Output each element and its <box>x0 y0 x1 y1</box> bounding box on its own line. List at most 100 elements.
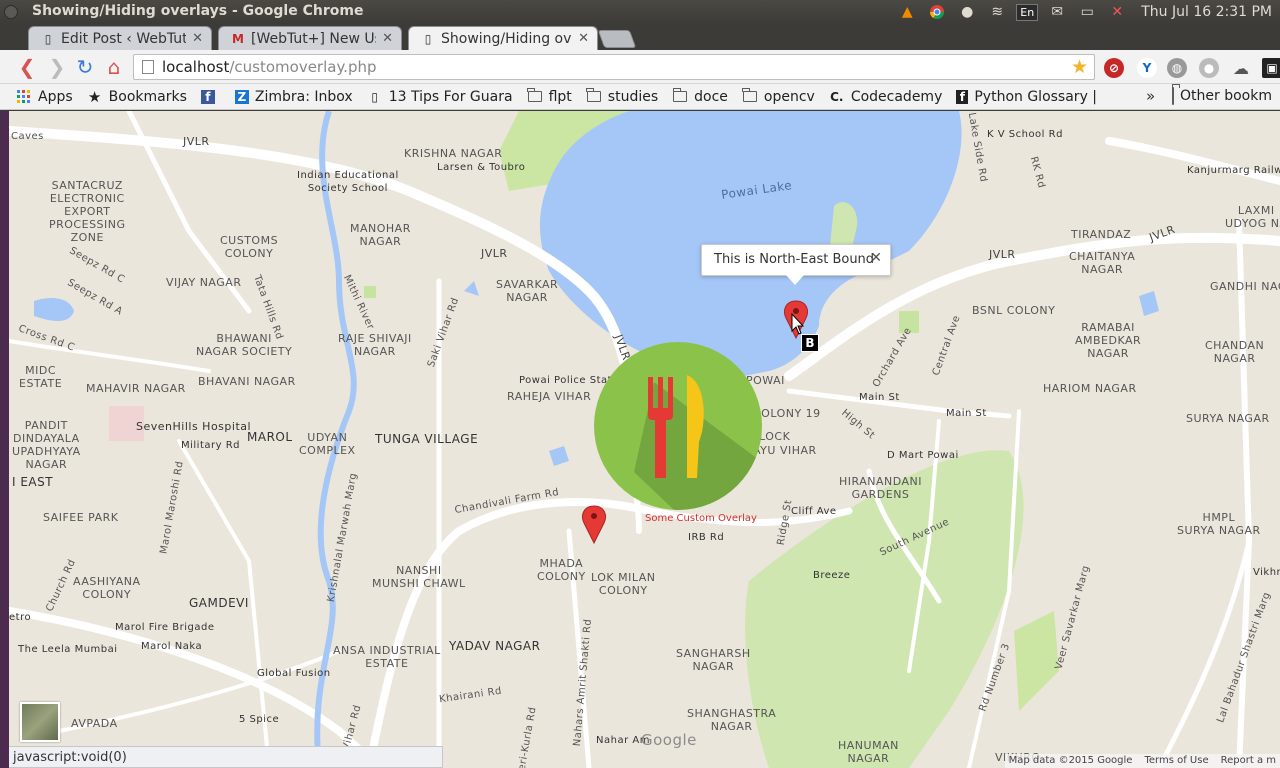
map-label: TUNGA VILLAGE <box>375 432 479 446</box>
page-icon: ▯ <box>371 89 378 104</box>
map-label: NANSHI MUNSHI CHAWL <box>372 564 466 590</box>
bookmark-label: opencv <box>763 88 815 105</box>
window-close-button[interactable] <box>4 5 18 19</box>
cloud-icon[interactable]: ☁ <box>1231 58 1251 78</box>
map-label: MAHAVIR NAGAR <box>86 382 186 395</box>
other-bookmarks[interactable]: Other bookm <box>1172 87 1272 105</box>
tab-new-user[interactable]: M [WebTut+] New User ✕ <box>218 26 402 50</box>
bookmark-folder-flpt[interactable]: flpt <box>519 88 578 105</box>
bookmark-label: Apps <box>38 88 73 105</box>
map-label: MANOHAR NAGAR <box>350 222 411 248</box>
wifi-icon[interactable]: ≋ <box>987 3 1007 21</box>
bookmark-folder-opencv[interactable]: opencv <box>734 88 821 105</box>
apps-grid-icon <box>16 89 32 104</box>
star-icon: ★ <box>87 87 102 106</box>
bookmark-python-glossary[interactable]: f Python Glossary | <box>948 89 1103 105</box>
tab-label: [WebTut+] New User <box>251 30 376 47</box>
map-label: JVLR <box>481 247 508 260</box>
map-label: VIJAY NAGAR <box>166 276 242 289</box>
facebook-icon: f <box>200 89 215 104</box>
zimbra-icon: Z <box>234 89 249 104</box>
extension-y-icon[interactable]: Y <box>1137 58 1157 78</box>
reload-button[interactable]: ↻ <box>74 55 96 79</box>
map-label: RAJE SHIVAJI NAGAR <box>338 332 412 358</box>
url-host: localhost <box>162 58 230 76</box>
mail-icon[interactable]: ✉ <box>1047 3 1067 21</box>
map-label: COLONY 19 <box>753 407 821 420</box>
map-label: SANGHARSH NAGAR <box>676 647 751 673</box>
map-label: 5 Spice <box>239 714 280 725</box>
globe-icon[interactable]: ◍ <box>1167 58 1187 78</box>
vlc-icon[interactable]: ▲ <box>897 3 917 21</box>
map-label: Military Rd <box>181 440 241 451</box>
map-label: HANUMAN NAGAR <box>838 739 899 765</box>
map-label: Main St <box>946 408 987 419</box>
forward-button[interactable]: ❯ <box>46 55 68 79</box>
map-label: TIRANDAZ <box>1071 228 1132 241</box>
tab-edit-post[interactable]: ▯ Edit Post ‹ WebTut+ ✕ <box>28 26 212 50</box>
bookmark-bookmarks[interactable]: ★ Bookmarks <box>79 87 193 106</box>
map-label: SANTACRUZ ELECTRONIC EXPORT PROCESSING Z… <box>49 179 126 244</box>
home-button[interactable]: ⌂ <box>103 55 125 79</box>
folder-icon <box>1172 87 1174 105</box>
chat-extension-icon[interactable]: ● <box>1199 58 1219 78</box>
map-label: MIDC ESTATE <box>19 364 63 390</box>
menu-icon[interactable]: ▣ <box>1262 58 1280 78</box>
bookmark-zimbra[interactable]: Z Zimbra: Inbox <box>227 89 359 105</box>
bookmark-apps[interactable]: Apps <box>0 89 79 105</box>
bookmark-star-icon[interactable]: ★ <box>1071 56 1088 78</box>
map-canvas[interactable]: Caves JVLR KRISHNA NAGAR Larsen & Toubro… <box>9 111 1280 768</box>
close-icon[interactable]: ✕ <box>870 250 882 266</box>
page-icon: ▯ <box>424 31 432 46</box>
new-tab-button[interactable] <box>597 30 637 48</box>
map-label: Marol Fire Brigade <box>115 622 215 633</box>
report-map-error-link[interactable]: Report a m <box>1221 755 1276 767</box>
python-icon: f <box>956 89 969 104</box>
map-label: HIRANANDANI GARDENS <box>839 475 922 501</box>
address-bar[interactable]: localhost/customoverlay.php ★ <box>133 54 1095 80</box>
map-label: Global Fusion <box>257 668 331 679</box>
input-method-label: En <box>1016 3 1039 21</box>
map-label: D Mart Powai <box>887 450 959 461</box>
adblock-icon[interactable]: ⊘ <box>1104 58 1124 78</box>
back-button[interactable]: ❮ <box>16 55 38 79</box>
map-label: BHAVANI NAGAR <box>198 375 296 388</box>
volume-muted-icon[interactable]: ✕ <box>1107 3 1127 21</box>
map-label: RAMABAI AMBEDKAR NAGAR <box>1075 321 1142 360</box>
chrome-icon[interactable] <box>927 3 947 21</box>
tab-strip: ▯ Edit Post ‹ WebTut+ ✕ M [WebTut+] New … <box>0 24 1280 50</box>
map-label: BHAWANI NAGAR SOCIETY <box>196 332 293 358</box>
custom-overlay-restaurant-icon[interactable] <box>594 342 762 510</box>
map-label: AVPADA <box>71 717 118 730</box>
map-label: LOCK <box>759 430 791 443</box>
input-method-icon[interactable]: En <box>1016 3 1039 21</box>
clock[interactable]: Thu Jul 16 2:31 PM <box>1141 4 1272 20</box>
bookmark-codecademy[interactable]: C. Codecademy <box>821 89 949 105</box>
map-label: ANSA INDUSTRIAL ESTATE <box>333 644 441 670</box>
bookmark-label: studies <box>607 88 659 105</box>
chat-icon[interactable]: ● <box>957 3 977 21</box>
bookmark-facebook[interactable]: f <box>193 89 227 104</box>
folder-icon <box>742 88 758 104</box>
close-icon[interactable]: ✕ <box>192 31 203 46</box>
bookmark-folder-studies[interactable]: studies <box>578 88 664 105</box>
title-bar: Showing/Hiding overlays - Google Chrome … <box>0 0 1280 24</box>
bookmark-label: Python Glossary | <box>974 88 1098 105</box>
wordpress-icon: ▯ <box>44 31 52 46</box>
bookmark-folder-doce[interactable]: doce <box>664 88 734 105</box>
map-attribution: Map data ©2015 Google Terms of Use Repor… <box>1004 754 1280 768</box>
battery-icon[interactable]: ▭ <box>1077 3 1097 21</box>
marker-b-label[interactable]: B <box>801 334 819 352</box>
close-icon[interactable]: ✕ <box>578 31 589 46</box>
bookmark-13-tips[interactable]: ▯ 13 Tips For Guara <box>359 89 519 105</box>
map-label: SevenHills Hospital <box>136 420 252 433</box>
map-label: IRB Rd <box>688 532 725 543</box>
tab-showing-hiding[interactable]: ▯ Showing/Hiding ove ✕ <box>408 26 598 50</box>
bookmarks-overflow-button[interactable]: » <box>1146 87 1155 105</box>
close-icon[interactable]: ✕ <box>382 31 393 46</box>
bookmark-label: flpt <box>548 88 572 105</box>
map-label: SURYA NAGAR <box>1186 412 1270 425</box>
satellite-toggle-thumbnail[interactable] <box>20 702 60 742</box>
map-label: JVLR <box>989 248 1016 261</box>
terms-of-use-link[interactable]: Terms of Use <box>1144 755 1208 767</box>
